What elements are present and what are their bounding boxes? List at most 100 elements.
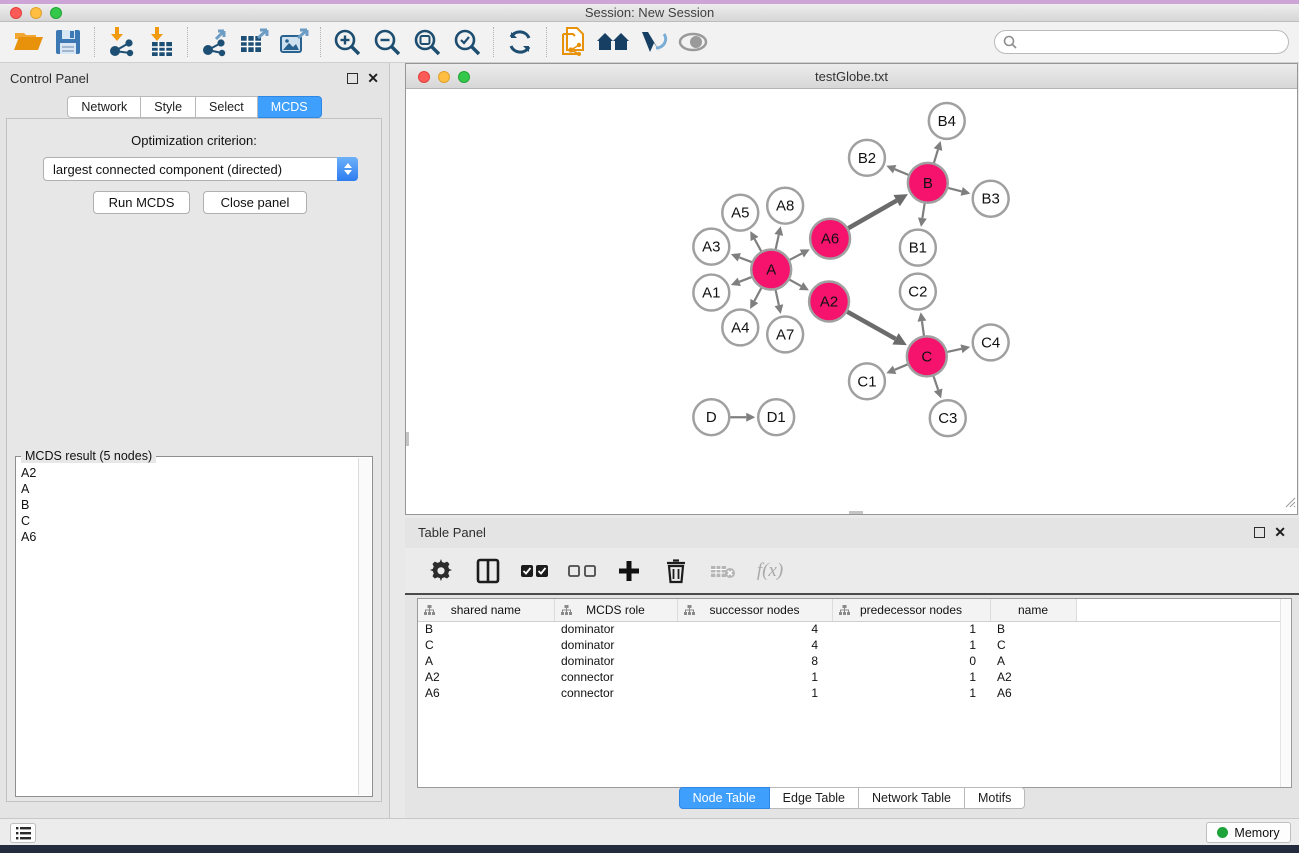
graph-edge-A-A7[interactable] — [776, 290, 779, 305]
column-header-MCDS-role[interactable]: MCDS role — [554, 599, 677, 621]
tab-network[interactable]: Network — [67, 96, 141, 118]
minimize-window-button[interactable] — [30, 7, 42, 19]
search-input[interactable] — [1022, 35, 1280, 49]
network-from-file-icon[interactable] — [553, 24, 593, 60]
mcds-result-item[interactable]: A2 — [21, 465, 357, 481]
network-canvas[interactable]: B4B2BB3A5A8A6A3AB1A1C2A4A7A2CC4C1C3DD1 — [406, 90, 1297, 514]
graph-edge-A-A4[interactable] — [754, 288, 761, 301]
graph-edge-A2-C[interactable] — [847, 312, 895, 339]
network-zoom-button[interactable] — [458, 71, 470, 83]
graph-edge-A6-B[interactable] — [848, 201, 896, 229]
table-row[interactable]: Bdominator41B — [418, 621, 1291, 637]
graph-edge-A-A2[interactable] — [790, 280, 802, 286]
table-tab-node-table[interactable]: Node Table — [679, 787, 770, 809]
column-header-successor-nodes[interactable]: successor nodes — [677, 599, 832, 621]
export-table-icon[interactable] — [234, 24, 274, 60]
table-row[interactable]: A2connector11A2 — [418, 669, 1291, 685]
table-row[interactable]: Cdominator41C — [418, 637, 1291, 653]
export-network-icon[interactable] — [194, 24, 234, 60]
tab-select[interactable]: Select — [196, 96, 258, 118]
column-header-predecessor-nodes[interactable]: predecessor nodes — [832, 599, 990, 621]
graph-edge-A-A5[interactable] — [755, 239, 762, 251]
mcds-result-item[interactable]: A — [21, 481, 357, 497]
zoom-in-icon[interactable] — [327, 24, 367, 60]
function-builder-icon[interactable]: f(x) — [756, 556, 784, 586]
network-minimize-button[interactable] — [438, 71, 450, 83]
table-tab-edge-table[interactable]: Edge Table — [770, 787, 859, 809]
table-cell[interactable]: 4 — [677, 621, 832, 637]
open-folder-icon[interactable] — [8, 24, 48, 60]
table-cell[interactable]: dominator — [554, 637, 677, 653]
mcds-result-item[interactable]: A6 — [21, 529, 357, 545]
memory-button[interactable]: Memory — [1206, 822, 1291, 843]
network-hscroll-hint[interactable] — [849, 511, 863, 514]
table-cell[interactable]: C — [990, 637, 1076, 653]
graph-edge-B-B4[interactable] — [934, 150, 938, 163]
table-cell[interactable]: C — [418, 637, 554, 653]
close-window-button[interactable] — [10, 7, 22, 19]
add-column-icon[interactable] — [615, 556, 643, 586]
table-cell[interactable]: dominator — [554, 621, 677, 637]
table-cell[interactable]: 0 — [832, 653, 990, 669]
table-cell[interactable]: 1 — [832, 669, 990, 685]
zoom-selected-icon[interactable] — [447, 24, 487, 60]
table-cell[interactable]: A2 — [990, 669, 1076, 685]
float-table-panel-icon[interactable] — [1254, 527, 1265, 538]
run-mcds-button[interactable]: Run MCDS — [93, 191, 190, 214]
clear-checkboxes-icon[interactable] — [568, 556, 596, 586]
zoom-window-button[interactable] — [50, 7, 62, 19]
table-cell[interactable]: A — [990, 653, 1076, 669]
home-icon[interactable] — [593, 24, 633, 60]
table-cell[interactable]: A6 — [418, 685, 554, 701]
column-header-name[interactable]: name — [990, 599, 1076, 621]
table-cell[interactable]: 1 — [677, 669, 832, 685]
style-preview-icon[interactable] — [633, 24, 673, 60]
graph-edge-C-C1[interactable] — [895, 364, 908, 369]
table-cell[interactable]: 8 — [677, 653, 832, 669]
network-vscroll-hint[interactable] — [406, 432, 409, 446]
close-table-panel-icon[interactable]: ✕ — [1274, 527, 1286, 538]
float-panel-icon[interactable] — [347, 73, 358, 84]
close-panel-button[interactable]: Close panel — [203, 191, 307, 214]
import-network-icon[interactable] — [101, 24, 141, 60]
graph-edge-B-B2[interactable] — [895, 169, 909, 175]
table-scrollbar[interactable] — [1280, 599, 1291, 787]
delete-column-icon[interactable] — [662, 556, 690, 586]
graph-edge-C-C3[interactable] — [934, 376, 939, 390]
import-table-icon[interactable] — [141, 24, 181, 60]
table-cell[interactable]: 1 — [832, 621, 990, 637]
table-cell[interactable]: dominator — [554, 653, 677, 669]
graph-edge-A-A3[interactable] — [739, 257, 751, 262]
graph-edge-B-B1[interactable] — [922, 203, 924, 218]
mcds-result-item[interactable]: B — [21, 497, 357, 513]
table-cell[interactable]: A6 — [990, 685, 1076, 701]
graph-edge-C-C2[interactable] — [922, 321, 924, 335]
graph-edge-C-C4[interactable] — [947, 349, 961, 352]
graph-edge-A-A8[interactable] — [776, 235, 779, 249]
refresh-icon[interactable] — [500, 24, 540, 60]
table-row[interactable]: A6connector11A6 — [418, 685, 1291, 701]
select-all-checkboxes-icon[interactable] — [521, 556, 549, 586]
column-header-shared-name[interactable]: shared name — [418, 599, 554, 621]
save-icon[interactable] — [48, 24, 88, 60]
graph-edge-A-A1[interactable] — [739, 277, 751, 282]
tab-mcds[interactable]: MCDS — [258, 96, 322, 118]
mcds-result-item[interactable]: C — [21, 513, 357, 529]
graph-edge-A-A6[interactable] — [790, 253, 802, 259]
table-cell[interactable]: 1 — [832, 685, 990, 701]
search-field[interactable] — [994, 30, 1289, 54]
export-image-icon[interactable] — [274, 24, 314, 60]
tab-style[interactable]: Style — [141, 96, 196, 118]
result-scrollbar[interactable] — [358, 458, 371, 795]
table-cell[interactable]: connector — [554, 669, 677, 685]
table-cell[interactable]: A2 — [418, 669, 554, 685]
table-row[interactable]: Adominator80A — [418, 653, 1291, 669]
table-tab-motifs[interactable]: Motifs — [965, 787, 1025, 809]
close-panel-icon[interactable]: ✕ — [367, 73, 379, 84]
zoom-fit-icon[interactable] — [407, 24, 447, 60]
table-cell[interactable]: connector — [554, 685, 677, 701]
table-cell[interactable]: B — [990, 621, 1076, 637]
graph-edge-B-B3[interactable] — [948, 188, 962, 191]
table-cell[interactable]: 4 — [677, 637, 832, 653]
table-cell[interactable]: 1 — [677, 685, 832, 701]
